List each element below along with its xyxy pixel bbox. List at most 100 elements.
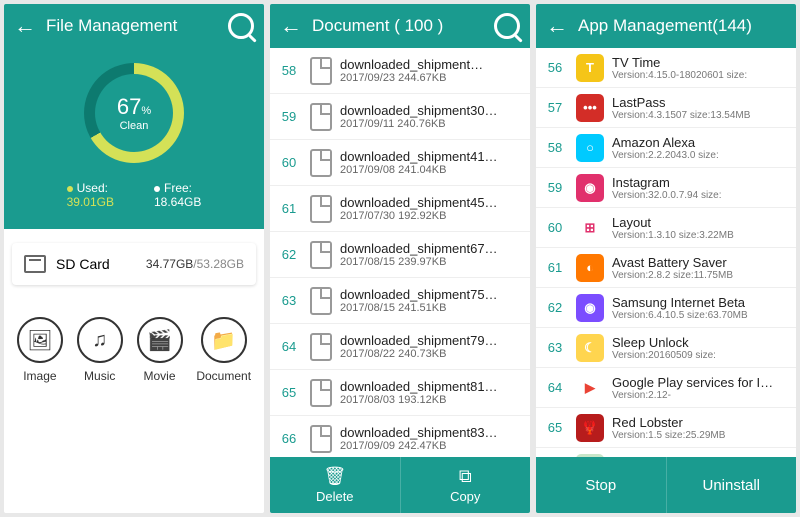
app-meta: Version:4.15.0-18020601 size: — [612, 70, 790, 81]
document-list[interactable]: 58 downloaded_shipment…2017/09/23 244.67K… — [270, 48, 530, 457]
row-number: 56 — [542, 60, 568, 75]
file-icon — [310, 379, 332, 407]
document-row[interactable]: 59downloaded_shipment30…2017/09/11 240.7… — [270, 94, 530, 140]
category-label: Music — [77, 369, 123, 383]
app-row[interactable]: 58 ○ Amazon AlexaVersion:2.2.2043.0 size: — [536, 128, 796, 168]
stop-button[interactable]: Stop — [536, 457, 666, 513]
back-icon[interactable]: ← — [14, 13, 36, 39]
category-movie[interactable]: 🎬Movie — [137, 317, 183, 383]
back-icon[interactable]: ← — [546, 13, 568, 39]
app-meta: Version:2.8.2 size:11.75MB — [612, 270, 790, 281]
category-label: Movie — [137, 369, 183, 383]
file-meta: 2017/07/30 192.92KB — [340, 210, 524, 222]
app-meta: Version:1.5 size:25.29MB — [612, 430, 790, 441]
app-name: Layout — [612, 215, 790, 230]
app-row[interactable]: 59 ◉ InstagramVersion:32.0.0.7.94 size: — [536, 168, 796, 208]
app-list[interactable]: 56TTV TimeVersion:4.15.0-18020601 size:5… — [536, 48, 796, 457]
file-icon — [310, 57, 332, 85]
file-icon — [310, 149, 332, 177]
app-row[interactable]: 66?WhatsInItVersion:1.0.11 size:21.93MB — [536, 448, 796, 457]
app-meta: Version:4.3.1507 size:13.54MB — [612, 110, 790, 121]
file-name: downloaded_shipment79… — [340, 333, 524, 348]
page-title: App Management(144) — [578, 16, 786, 36]
app-icon: ○ — [576, 134, 604, 162]
app-icon: ••• — [576, 94, 604, 122]
app-row[interactable]: 65 🦞 Red LobsterVersion:1.5 size:25.29MB — [536, 408, 796, 448]
app-name: Samsung Internet Beta — [612, 295, 790, 310]
app-row[interactable]: 57•••LastPassVersion:4.3.1507 size:13.54… — [536, 88, 796, 128]
app-meta: Version:6.4.10.5 size:63.70MB — [612, 310, 790, 321]
app-meta: Version:32.0.0.7.94 size: — [612, 190, 790, 201]
app-name: Amazon Alexa — [612, 135, 790, 150]
file-icon — [310, 333, 332, 361]
document-row[interactable]: 65downloaded_shipment81…2017/08/03 193.1… — [270, 370, 530, 416]
document-row[interactable]: 66 downloaded_shipment83…2017/09/09 242.4… — [270, 416, 530, 457]
app-name: Avast Battery Saver — [612, 255, 790, 270]
sdcard-icon — [24, 255, 46, 273]
header: ← App Management(144) — [536, 4, 796, 48]
sdcard-row[interactable]: SD Card 34.77GB/53.28GB — [12, 243, 256, 285]
app-icon: ◉ — [576, 294, 604, 322]
file-icon — [310, 103, 332, 131]
usage-ring[interactable]: 67% Clean — [84, 63, 184, 163]
row-number: 59 — [542, 180, 568, 195]
app-row[interactable]: 61◐Avast Battery SaverVersion:2.8.2 size… — [536, 248, 796, 288]
row-number: 58 — [276, 63, 302, 78]
search-icon[interactable] — [494, 13, 520, 39]
header: ← Document ( 100 ) — [270, 4, 530, 48]
app-icon: ◉ — [576, 174, 604, 202]
file-icon — [310, 425, 332, 453]
document-row[interactable]: 63downloaded_shipment75…2017/08/15 241.5… — [270, 278, 530, 324]
document-row[interactable]: 58 downloaded_shipment…2017/09/23 244.67K… — [270, 48, 530, 94]
file-name: downloaded_shipment75… — [340, 287, 524, 302]
file-icon — [310, 287, 332, 315]
app-name: Sleep Unlock — [612, 335, 790, 350]
page-title: Document ( 100 ) — [312, 16, 494, 36]
file-management-screen: ← File Management 67% Clean Used:39.01GB… — [4, 4, 264, 513]
delete-button[interactable]: 🗑Delete — [270, 457, 400, 513]
category-document[interactable]: 📁Document — [196, 317, 251, 383]
image-icon: 🖼 — [17, 317, 63, 363]
file-name: downloaded_shipment81… — [340, 379, 524, 394]
document-row[interactable]: 64downloaded_shipment79…2017/08/22 240.7… — [270, 324, 530, 370]
row-number: 60 — [542, 220, 568, 235]
row-number: 65 — [542, 420, 568, 435]
category-image[interactable]: 🖼Image — [17, 317, 63, 383]
copy-button[interactable]: ⧉Copy — [400, 457, 531, 513]
app-row[interactable]: 63☾Sleep UnlockVersion:20160509 size: — [536, 328, 796, 368]
document-row[interactable]: 62downloaded_shipment67…2017/08/15 239.9… — [270, 232, 530, 278]
file-meta: 2017/09/23 244.67KB — [340, 72, 524, 84]
file-meta: 2017/09/09 242.47KB — [340, 440, 524, 452]
app-row[interactable]: 64▶Google Play services for I…Version:2.… — [536, 368, 796, 408]
sdcard-label: SD Card — [56, 256, 110, 272]
uninstall-button[interactable]: Uninstall — [666, 457, 797, 513]
document-icon: 📁 — [201, 317, 247, 363]
file-name: downloaded_shipment… — [340, 57, 524, 72]
row-number: 58 — [542, 140, 568, 155]
row-number: 66 — [276, 431, 302, 446]
app-row[interactable]: 62◉Samsung Internet BetaVersion:6.4.10.5… — [536, 288, 796, 328]
app-row[interactable]: 60⊞LayoutVersion:1.3.10 size:3.22MB — [536, 208, 796, 248]
back-icon[interactable]: ← — [280, 13, 302, 39]
category-music[interactable]: ♫Music — [77, 317, 123, 383]
row-number: 64 — [276, 339, 302, 354]
row-number: 63 — [276, 293, 302, 308]
app-meta: Version:2.2.2043.0 size: — [612, 150, 790, 161]
document-row[interactable]: 60downloaded_shipment41…2017/09/08 241.0… — [270, 140, 530, 186]
search-icon[interactable] — [228, 13, 254, 39]
row-number: 61 — [276, 201, 302, 216]
app-row[interactable]: 56TTV TimeVersion:4.15.0-18020601 size: — [536, 48, 796, 88]
document-row[interactable]: 61downloaded_shipment45…2017/07/30 192.9… — [270, 186, 530, 232]
app-meta: Version:1.3.10 size:3.22MB — [612, 230, 790, 241]
app-name: Red Lobster — [612, 415, 790, 430]
row-number: 64 — [542, 380, 568, 395]
app-meta: Version:2.12- — [612, 390, 790, 401]
file-meta: 2017/08/03 193.12KB — [340, 394, 524, 406]
storage-summary: 67% Clean Used:39.01GB Free:18.64GB — [4, 48, 264, 229]
file-icon — [310, 241, 332, 269]
file-name: downloaded_shipment67… — [340, 241, 524, 256]
app-icon: 🦞 — [576, 414, 604, 442]
file-icon — [310, 195, 332, 223]
file-name: downloaded_shipment83… — [340, 425, 524, 440]
app-name: Instagram — [612, 175, 790, 190]
